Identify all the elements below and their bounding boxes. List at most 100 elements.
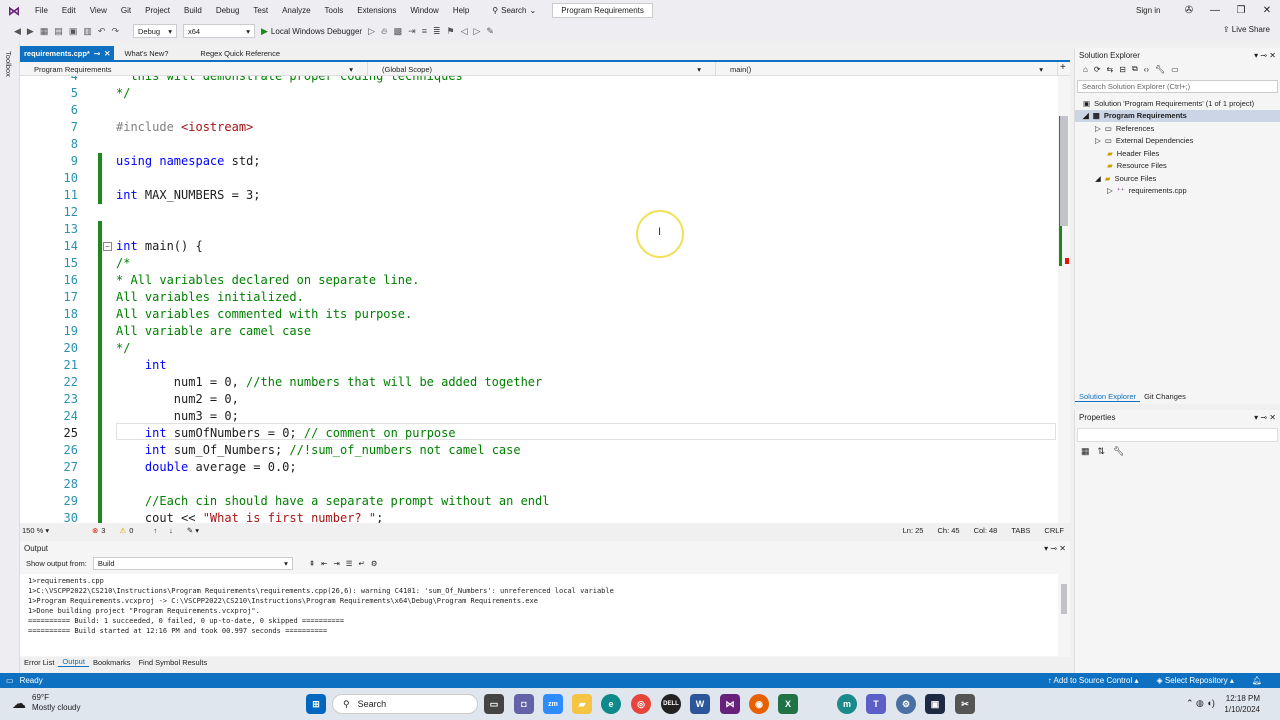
- back-icon[interactable]: ◀: [14, 26, 21, 37]
- tree-header-files[interactable]: ▰ Header Files: [1075, 147, 1280, 160]
- word-wrap-icon[interactable]: ↵: [359, 559, 365, 568]
- zoom-dropdown[interactable]: 150 % ▾: [20, 526, 70, 535]
- undo-icon[interactable]: ↶: [98, 26, 106, 37]
- previous-issue-icon[interactable]: ↑: [153, 526, 157, 535]
- settings-app-icon[interactable]: ⚙: [896, 694, 916, 714]
- tree-source-files[interactable]: ◢ ▰ Source Files: [1075, 172, 1280, 185]
- tab-solution-explorer[interactable]: Solution Explorer: [1075, 392, 1141, 402]
- pending-changes-icon[interactable]: ⇆: [1107, 65, 1114, 74]
- menu-edit[interactable]: Edit: [55, 6, 83, 15]
- expanded-icon[interactable]: ◢: [1083, 111, 1089, 120]
- tab-output[interactable]: Output: [58, 657, 89, 667]
- taskbar-clock[interactable]: 12:18 PM 1/10/2024: [1224, 693, 1260, 715]
- tab-whats-new[interactable]: What's New?: [114, 46, 172, 61]
- next-message-icon[interactable]: ⇥: [333, 559, 339, 568]
- code-line[interactable]: 18 All variables commented with its purpo…: [20, 306, 1058, 323]
- pin-icon[interactable]: ✇: [1176, 5, 1202, 16]
- close-icon[interactable]: ✕: [1254, 5, 1280, 16]
- tree-solution[interactable]: ▣ Solution 'Program Requirements' (1 of 1…: [1075, 97, 1280, 110]
- open-icon[interactable]: ▤: [54, 26, 63, 37]
- output-text[interactable]: 1>requirements.cpp 1>C:\VSCPP2022\CS210\…: [20, 574, 1058, 656]
- next-issue-icon[interactable]: ↓: [169, 526, 173, 535]
- redo-icon[interactable]: ↷: [111, 26, 119, 37]
- code-line[interactable]: 30 cout << "What is first number? ";: [20, 510, 1058, 523]
- output-scrollbar[interactable]: [1058, 574, 1070, 656]
- visual-studio-icon[interactable]: ⋈: [720, 694, 740, 714]
- alphabetical-icon[interactable]: ⇅: [1098, 446, 1106, 457]
- terminal-icon[interactable]: ▣: [925, 694, 945, 714]
- code-line[interactable]: 24 num3 = 0;: [20, 408, 1058, 425]
- close-icon[interactable]: ✕: [1269, 51, 1276, 60]
- pin-icon[interactable]: ⊸: [1260, 413, 1267, 422]
- tree-external-dependencies[interactable]: ▷ ▭ External Dependencies: [1075, 135, 1280, 148]
- excel-icon[interactable]: X: [778, 694, 798, 714]
- tab-find-symbol-results[interactable]: Find Symbol Results: [134, 658, 211, 667]
- scrollbar-thumb[interactable]: [1061, 584, 1067, 614]
- edge-icon[interactable]: e: [601, 694, 621, 714]
- scope-dropdown[interactable]: (Global Scope) ▾: [368, 62, 716, 76]
- code-line[interactable]: 11 int MAX_NUMBERS = 3;: [20, 187, 1058, 204]
- chevron-down-icon[interactable]: ▾: [1044, 544, 1048, 553]
- vertical-scrollbar[interactable]: [1058, 76, 1070, 523]
- code-line[interactable]: 25 int sumOfNumbers = 0; // comment on p…: [20, 425, 1058, 442]
- chevron-down-icon[interactable]: ▾: [1254, 51, 1258, 60]
- code-line[interactable]: 14 int main() {: [20, 238, 1058, 255]
- start-icon[interactable]: ⊞: [306, 694, 326, 714]
- menu-window[interactable]: Window: [403, 6, 445, 15]
- tree-requirements-cpp[interactable]: ▷ ⁺⁺ requirements.cpp: [1075, 185, 1280, 198]
- warning-count[interactable]: 0: [129, 526, 133, 535]
- expanded-icon[interactable]: ◢: [1095, 174, 1101, 183]
- pin-icon[interactable]: ⊸: [94, 49, 100, 58]
- code-editor[interactable]: 4 this will demonstrate proper coding te…: [20, 76, 1070, 523]
- menu-extensions[interactable]: Extensions: [350, 6, 403, 15]
- weather-widget[interactable]: ☁ 69°F Mostly cloudy: [12, 693, 80, 713]
- bookmark-next-icon[interactable]: ▷: [474, 26, 481, 37]
- menu-git[interactable]: Git: [114, 6, 138, 15]
- system-tray-icons[interactable]: ⌃ ◍ ◖): [1186, 698, 1215, 709]
- firefox-icon[interactable]: ◉: [749, 694, 769, 714]
- start-without-debugging-icon[interactable]: ▷: [368, 26, 375, 37]
- split-icon[interactable]: +: [1058, 62, 1066, 75]
- menu-help[interactable]: Help: [446, 6, 476, 15]
- project-dropdown[interactable]: Program Requirements ▾: [20, 62, 368, 76]
- menu-test[interactable]: Test: [246, 6, 275, 15]
- tab-bookmarks[interactable]: Bookmarks: [89, 658, 135, 667]
- forward-icon[interactable]: ▶: [27, 26, 34, 37]
- prev-message-icon[interactable]: ⇤: [321, 559, 327, 568]
- taskbar-search[interactable]: ⚲ Search: [332, 694, 478, 714]
- select-repository-button[interactable]: ◈ Select Repository ▴: [1157, 676, 1234, 685]
- diagnostics-icon[interactable]: ▩: [394, 26, 403, 37]
- tree-resource-files[interactable]: ▰ Resource Files: [1075, 160, 1280, 173]
- code-line[interactable]: 9 using namespace std;: [20, 153, 1058, 170]
- find-message-icon[interactable]: ⇞: [309, 559, 315, 568]
- properties-icon[interactable]: 🔧︎: [1155, 65, 1165, 74]
- clear-all-icon[interactable]: ☰: [346, 559, 353, 568]
- tab-git-changes[interactable]: Git Changes: [1140, 392, 1190, 402]
- code-line[interactable]: 6: [20, 102, 1058, 119]
- comment-icon[interactable]: ≡: [422, 26, 427, 36]
- menu-tools[interactable]: Tools: [318, 6, 351, 15]
- code-line[interactable]: 13: [20, 221, 1058, 238]
- code-line[interactable]: 7 #include <iostream>: [20, 119, 1058, 136]
- line-endings[interactable]: CRLF: [1044, 526, 1064, 535]
- collapsed-icon[interactable]: ▷: [1095, 124, 1101, 133]
- uncomment-icon[interactable]: ≣: [433, 26, 441, 37]
- indent-mode[interactable]: TABS: [1011, 526, 1030, 535]
- view-code-icon[interactable]: ‹›: [1144, 65, 1149, 74]
- collapsed-icon[interactable]: ▷: [1095, 136, 1101, 145]
- code-line[interactable]: 27 double average = 0.0;: [20, 459, 1058, 476]
- tab-error-list[interactable]: Error List: [20, 658, 58, 667]
- start-debugging-button[interactable]: ▶ Local Windows Debugger: [261, 26, 362, 37]
- edge-dev-icon[interactable]: m: [837, 694, 857, 714]
- snipping-tool-icon[interactable]: ✂: [955, 694, 975, 714]
- settings-icon[interactable]: ⚙: [371, 559, 378, 568]
- pin-icon[interactable]: ⊸: [1260, 51, 1267, 60]
- task-view-icon[interactable]: ▭: [484, 694, 504, 714]
- tab-requirements-cpp[interactable]: requirements.cpp* ⊸ ✕: [20, 46, 115, 61]
- notifications-icon[interactable]: 🔔︎: [1252, 676, 1262, 685]
- hot-reload-icon[interactable]: 🔥︎: [381, 26, 388, 37]
- step-icon[interactable]: ⇥: [408, 26, 416, 37]
- close-icon[interactable]: ✕: [1059, 544, 1066, 553]
- code-line[interactable]: 12: [20, 204, 1058, 221]
- teams-chat-icon[interactable]: ◘: [514, 694, 534, 714]
